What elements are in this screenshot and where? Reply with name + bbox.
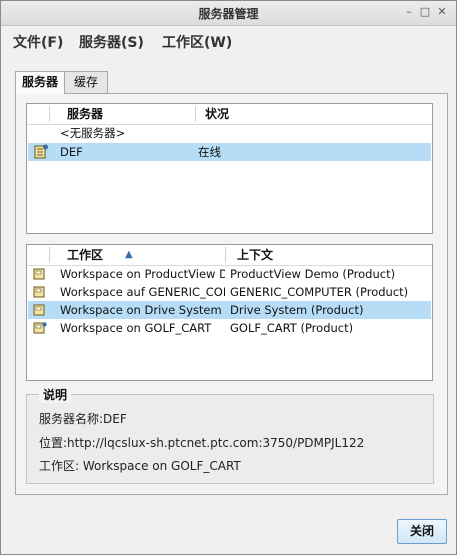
window-title: 服务器管理 <box>198 7 259 21</box>
workspace-row[interactable]: Workspace auf GENERIC_COM... GENERIC_COM… <box>28 283 431 301</box>
menu-file[interactable]: 文件(F) <box>13 32 63 52</box>
menu-bar: 文件(F) 服务器(S) 工作区(W) <box>1 26 456 54</box>
workspace-name: Workspace auf GENERIC_COM... <box>60 285 225 299</box>
description-title: 说明 <box>39 386 72 403</box>
menu-workspace[interactable]: 工作区(W) <box>162 32 232 52</box>
close-button[interactable]: 关闭 <box>397 519 447 544</box>
workspace-context: GOLF_CART (Product) <box>230 321 354 335</box>
server-name: DEF <box>60 145 83 159</box>
server-name: <无服务器> <box>60 126 126 140</box>
location-info: 位置:http://lqcslux-sh.ptcnet.ptc.com:3750… <box>39 436 365 450</box>
active-workspace-icon <box>33 322 47 334</box>
column-header-context[interactable]: 上下文 <box>237 245 273 265</box>
workspace-list[interactable]: 工作区 ▲ 上下文 Workspace on ProductView Demo … <box>26 244 433 381</box>
workspace-icon <box>33 268 45 280</box>
column-header-status[interactable]: 状况 <box>205 104 229 124</box>
maximize-icon[interactable]: □ <box>417 4 433 20</box>
server-row-none[interactable]: <无服务器> <box>28 124 431 142</box>
title-bar: 服务器管理 – □ ✕ <box>1 1 456 26</box>
server-list-header: 服务器 状况 <box>27 104 432 125</box>
workspace-icon <box>33 286 45 298</box>
sort-ascending-icon: ▲ <box>125 249 133 260</box>
workspace-icon <box>33 304 45 316</box>
server-status: 在线 <box>198 145 221 159</box>
tab-cache[interactable]: 缓存 <box>64 71 108 93</box>
server-row-def[interactable]: DEF 在线 <box>28 143 431 161</box>
workspace-name: Workspace on Drive System <box>60 303 222 317</box>
workspace-name: Workspace on GOLF_CART <box>60 321 212 335</box>
server-management-window: 服务器管理 – □ ✕ 文件(F) 服务器(S) 工作区(W) 服务器 缓存 服… <box>0 0 457 555</box>
workspace-context: ProductView Demo (Product) <box>230 267 396 281</box>
workspace-row[interactable]: Workspace on GOLF_CART GOLF_CART (Produc… <box>28 319 431 337</box>
workspace-context: Drive System (Product) <box>230 303 364 317</box>
workspace-info: 工作区: Workspace on GOLF_CART <box>39 459 241 473</box>
minimize-icon[interactable]: – <box>401 4 417 20</box>
server-name-info: 服务器名称:DEF <box>39 412 127 426</box>
workspace-row[interactable]: Workspace on Drive System Drive System (… <box>28 301 431 319</box>
close-icon[interactable]: ✕ <box>434 4 450 20</box>
tab-servers[interactable]: 服务器 <box>15 71 65 94</box>
workspace-row[interactable]: Workspace on ProductView Demo ProductVie… <box>28 265 431 283</box>
server-online-icon <box>34 144 48 159</box>
menu-server[interactable]: 服务器(S) <box>79 32 144 52</box>
description-group: 说明 服务器名称:DEF 位置:http://lqcslux-sh.ptcnet… <box>26 386 434 484</box>
workspace-list-header: 工作区 ▲ 上下文 <box>27 245 432 266</box>
workspace-name: Workspace on ProductView Demo <box>60 267 225 281</box>
workspace-context: GENERIC_COMPUTER (Product) <box>230 285 409 299</box>
server-list[interactable]: 服务器 状况 <无服务器> DEF 在线 <box>26 103 433 234</box>
column-header-workspace[interactable]: 工作区 <box>67 245 103 265</box>
column-header-server[interactable]: 服务器 <box>67 104 103 124</box>
